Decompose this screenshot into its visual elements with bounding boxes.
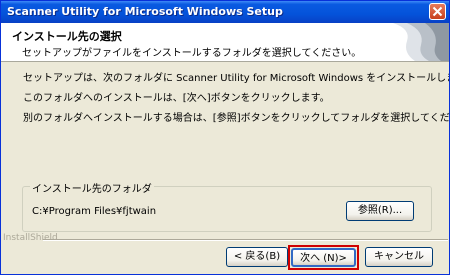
- installshield-brand: InstallShield: [3, 233, 58, 243]
- page-title: インストール先の選択: [12, 30, 122, 43]
- cancel-button[interactable]: キャンセル: [365, 247, 433, 267]
- back-button[interactable]: < 戻る(B): [226, 247, 288, 267]
- destination-folder-path: C:¥Program Files¥fjtwain: [32, 206, 157, 217]
- description-line-3: 別のフォルダへインストールする場合は、[参照]ボタンをクリックしてフォルダを選択…: [23, 113, 450, 124]
- title-bar[interactable]: Scanner Utility for Microsoft Windows Se…: [1, 1, 449, 23]
- page-subtitle: セットアップがファイルをインストールするフォルダを選択してください。: [22, 48, 362, 59]
- close-button[interactable]: [429, 3, 446, 20]
- setup-dialog: Scanner Utility for Microsoft Windows Se…: [0, 0, 450, 275]
- destination-folder-label: インストール先のフォルダ: [30, 180, 154, 195]
- window-title: Scanner Utility for Microsoft Windows Se…: [7, 5, 283, 18]
- close-icon: [432, 6, 443, 17]
- page-curl-graphic-icon: [393, 23, 449, 61]
- wizard-header: インストール先の選択 セットアップがファイルをインストールするフォルダを選択して…: [1, 23, 449, 62]
- description-line-1: セットアップは、次のフォルダに Scanner Utility for Micr…: [23, 73, 450, 84]
- installshield-divider: [43, 239, 448, 241]
- description-line-2: このフォルダへのインストールは、[次へ]ボタンをクリックします。: [23, 93, 330, 104]
- browse-button[interactable]: 参照(R)...: [346, 201, 414, 221]
- next-button[interactable]: 次へ (N)>: [291, 248, 356, 267]
